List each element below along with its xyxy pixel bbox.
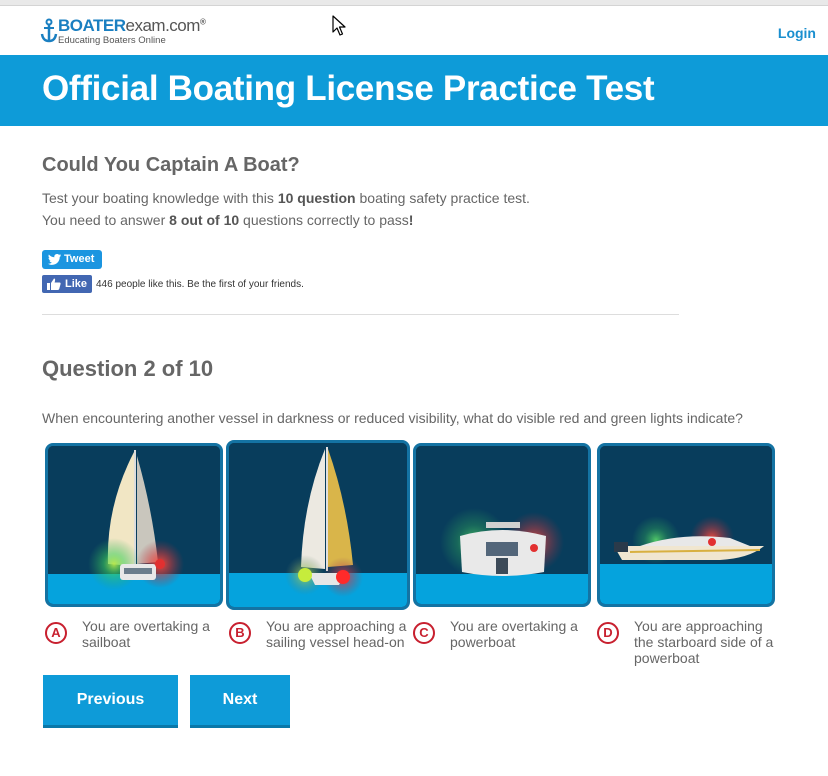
- anchor-icon: [40, 18, 58, 43]
- logo-tagline: Educating Boaters Online: [58, 35, 166, 46]
- facebook-like-button[interactable]: Like: [42, 275, 92, 293]
- question-text: When encountering another vessel in dark…: [42, 410, 743, 426]
- intro-line-2: You need to answer 8 out of 10 questions…: [42, 212, 413, 228]
- next-button[interactable]: Next: [190, 675, 290, 728]
- intro-line-1-post: boating safety practice test.: [355, 190, 530, 206]
- option-b-text[interactable]: You are approaching a sailing vessel hea…: [266, 618, 411, 650]
- option-b-letter[interactable]: B: [229, 622, 251, 644]
- thumbs-up-icon: [47, 278, 61, 290]
- question-counter: Question 2 of 10: [42, 356, 214, 381]
- mouse-pointer-icon: [332, 15, 346, 36]
- intro-line-2-end: !: [408, 212, 414, 228]
- like-count-text: 446 people like this. Be the first of yo…: [96, 279, 304, 290]
- intro-line-2-bold: 8 out of 10: [169, 212, 240, 228]
- option-a-letter[interactable]: A: [45, 622, 67, 644]
- site-header: BOATERexam.com® Educating Boaters Online…: [0, 6, 828, 55]
- logo-registered-mark: ®: [199, 17, 206, 27]
- boaterexam-logo[interactable]: BOATERexam.com® Educating Boaters Online: [40, 16, 206, 52]
- page-banner: Official Boating License Practice Test: [0, 55, 828, 126]
- answer-c-image[interactable]: [413, 443, 591, 607]
- tweet-label: Tweet: [64, 253, 95, 265]
- intro-line-1-bold: 10 question: [277, 190, 356, 206]
- logo-brand-rest: exam.com: [125, 16, 201, 35]
- powerboat-stern-lights-illustration: [416, 446, 588, 604]
- tweet-button[interactable]: Tweet: [42, 250, 102, 269]
- login-link[interactable]: Login: [778, 25, 816, 41]
- intro-heading: Could You Captain A Boat?: [42, 154, 300, 176]
- logo-brand: BOATERexam.com®: [58, 16, 206, 36]
- option-d-text[interactable]: You are approaching the starboard side o…: [634, 618, 779, 666]
- page-title: Official Boating License Practice Test: [42, 69, 655, 108]
- twitter-bird-icon: [48, 254, 61, 265]
- intro-line-2-post: questions correctly to pass: [239, 212, 409, 228]
- answer-b-image[interactable]: [226, 440, 410, 610]
- answer-a-image[interactable]: [45, 443, 223, 607]
- option-c-letter[interactable]: C: [413, 622, 435, 644]
- logo-brand-bold: BOATER: [58, 16, 126, 35]
- previous-button[interactable]: Previous: [43, 675, 178, 728]
- option-c-text[interactable]: You are overtaking a powerboat: [450, 618, 595, 650]
- answer-d-image[interactable]: [597, 443, 775, 607]
- sailboat-stern-lights-illustration: [48, 446, 220, 604]
- intro-line-2-pre: You need to answer: [42, 212, 170, 228]
- intro-line-1-pre: Test your boating knowledge with this: [42, 190, 278, 206]
- intro-line-1: Test your boating knowledge with this 10…: [42, 190, 530, 206]
- sailboat-head-on-lights-illustration: [229, 443, 407, 607]
- option-a-text[interactable]: You are overtaking a sailboat: [82, 618, 227, 650]
- section-divider: [42, 314, 679, 315]
- powerboat-starboard-lights-illustration: [600, 446, 772, 604]
- like-label: Like: [65, 278, 88, 290]
- option-d-letter[interactable]: D: [597, 622, 619, 644]
